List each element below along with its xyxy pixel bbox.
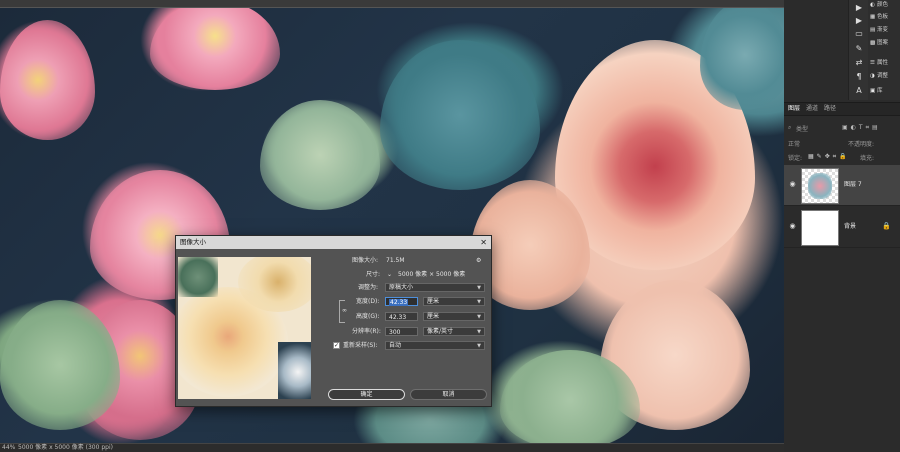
eye-icon[interactable]: ◉ — [788, 222, 797, 231]
chevron-down-icon[interactable]: ⌄ — [387, 270, 392, 279]
width-input[interactable]: 42.33 — [385, 297, 418, 306]
panel-gradients[interactable]: ▤ 渐变 — [870, 25, 900, 35]
artwork-pink-flower — [150, 0, 280, 90]
artwork-leaf — [380, 40, 540, 190]
artwork-leaf — [260, 100, 380, 210]
adjust-icon: ◑ — [870, 73, 875, 79]
height-input[interactable]: 42.33 — [385, 312, 418, 321]
blend-mode-select[interactable]: 正常 — [788, 139, 800, 148]
link-icon[interactable]: ∞ — [342, 306, 347, 315]
color-icon: ◐ — [870, 2, 875, 8]
layer-name[interactable]: 背景 — [844, 222, 856, 231]
tab-paths[interactable]: 路径 — [824, 103, 836, 115]
resample-label: 重新采样(S): — [343, 342, 378, 349]
layers-panel: 图层 通道 路径 ⌕ 类型 ▣◐T⌗▤ 正常 不透明度: 锁定: ▦✎✥⌗🔒 填… — [784, 102, 900, 452]
resolution-input[interactable]: 300 — [385, 327, 418, 336]
comment-icon[interactable]: ▭ — [854, 29, 864, 39]
panel-libraries[interactable]: ▣ 库 — [870, 86, 900, 96]
opacity-label: 不透明度: — [848, 141, 875, 148]
blend-row: 正常 不透明度: — [784, 139, 900, 149]
image-size-label: 图像大小: — [352, 257, 379, 264]
search-icon: ⌕ — [788, 124, 792, 131]
layers-panel-tabs: 图层 通道 路径 — [784, 103, 900, 116]
panel-patterns[interactable]: ▩ 图案 — [870, 38, 900, 48]
dialog-title: 图像大小 — [180, 238, 206, 246]
butterfly-thumbnail — [808, 173, 832, 199]
preview-small-flowers — [278, 342, 311, 399]
chevron-down-icon: ▼ — [477, 343, 481, 349]
dialog-titlebar[interactable]: 图像大小 ✕ — [176, 236, 491, 249]
resample-checkbox[interactable]: ✓ — [333, 342, 340, 349]
pattern-icon: ▩ — [870, 40, 876, 46]
preview-image[interactable] — [178, 257, 311, 399]
dimensions-label: 尺寸: — [366, 271, 381, 278]
panel-swatches[interactable]: ▦ 色板 — [870, 12, 900, 22]
adjust-icon[interactable]: ⇄ — [854, 58, 864, 68]
resample-select[interactable]: 自动 ▼ — [385, 341, 485, 350]
image-size-dialog: 图像大小 ✕ 图像大小: 71.5M ⚙ 尺寸: ⌄ 5000 像素 × 500… — [175, 235, 492, 407]
resolution-unit-select[interactable]: 像素/英寸 ▼ — [423, 327, 485, 336]
width-label: 宽度(D): — [356, 298, 380, 305]
brush-icon[interactable]: ✎ — [854, 44, 864, 54]
panel-color[interactable]: ◐ 颜色 — [870, 0, 900, 10]
panel-properties[interactable]: ☰ 属性 — [870, 58, 900, 68]
layer-thumbnail — [801, 210, 839, 246]
properties-icon: ☰ — [870, 60, 875, 66]
chevron-down-icon: ▼ — [477, 314, 481, 320]
gradient-icon: ▤ — [870, 27, 876, 33]
eye-icon[interactable]: ◉ — [788, 180, 797, 189]
artwork-pink-flower — [0, 20, 95, 140]
layer-thumbnail — [801, 168, 839, 204]
tab-channels[interactable]: 通道 — [806, 103, 818, 115]
preview-leaf — [178, 257, 218, 297]
width-unit-select[interactable]: 厘米 ▼ — [423, 297, 485, 306]
collapsed-panels: ◐ 颜色 ▦ 色板 ▤ 渐变 ▩ 图案 ☰ 属性 ◑ 调整 ▣ 库 — [868, 0, 900, 100]
dimensions-value: 5000 像素 × 5000 像素 — [398, 271, 466, 278]
lock-row: 锁定: ▦✎✥⌗🔒 填充: — [784, 153, 900, 163]
height-unit-select[interactable]: 厘米 ▼ — [423, 312, 485, 321]
close-icon[interactable]: ✕ — [480, 236, 487, 249]
layer-row-7[interactable]: ◉ 图层 7 — [784, 165, 900, 206]
lock-label: 锁定: — [788, 155, 803, 162]
chevron-down-icon: ▼ — [477, 329, 481, 335]
layer-row-background[interactable]: ◉ 背景 🔒 — [784, 207, 900, 248]
kind-filter-select[interactable]: 类型 — [796, 124, 808, 133]
ok-button[interactable]: 确定 — [328, 389, 405, 400]
fit-to-label: 调整为: — [358, 284, 379, 291]
resolution-label: 分辨率(R): — [352, 328, 381, 335]
cancel-button[interactable]: 取消 — [410, 389, 487, 400]
swatches-icon: ▦ — [870, 14, 876, 20]
paragraph-icon[interactable]: ¶ — [854, 72, 864, 82]
panel-adjustments[interactable]: ◑ 调整 — [870, 71, 900, 81]
library-icon: ▣ — [870, 88, 876, 94]
artwork-leaf — [700, 0, 784, 110]
panel-icon-strip: ▶ ▶ ▭ ✎ ⇄ ¶ A — [848, 0, 869, 100]
chevron-down-icon: ▼ — [477, 299, 481, 305]
text-icon[interactable]: A — [854, 86, 864, 96]
chevron-down-icon: ▼ — [477, 285, 481, 291]
layer-filter-row: ⌕ 类型 ▣◐T⌗▤ — [784, 124, 900, 134]
height-label: 高度(G): — [356, 313, 380, 320]
tab-layers[interactable]: 图层 — [788, 103, 800, 115]
fit-to-select[interactable]: 原稿大小 ▼ — [385, 283, 485, 292]
lock-icon: 🔒 — [882, 222, 891, 230]
gear-icon[interactable]: ⚙ — [476, 256, 481, 265]
play-icon[interactable]: ▶ — [854, 16, 864, 26]
top-ruler — [0, 0, 784, 8]
image-size-value: 71.5M — [386, 257, 405, 264]
play-icon[interactable]: ▶ — [854, 3, 864, 13]
filter-icons[interactable]: ▣◐T⌗▤ — [842, 124, 881, 132]
fill-label: 填充: — [860, 155, 875, 162]
lock-icons[interactable]: ▦✎✥⌗🔒 — [808, 153, 850, 161]
layer-name[interactable]: 图层 7 — [844, 180, 862, 189]
